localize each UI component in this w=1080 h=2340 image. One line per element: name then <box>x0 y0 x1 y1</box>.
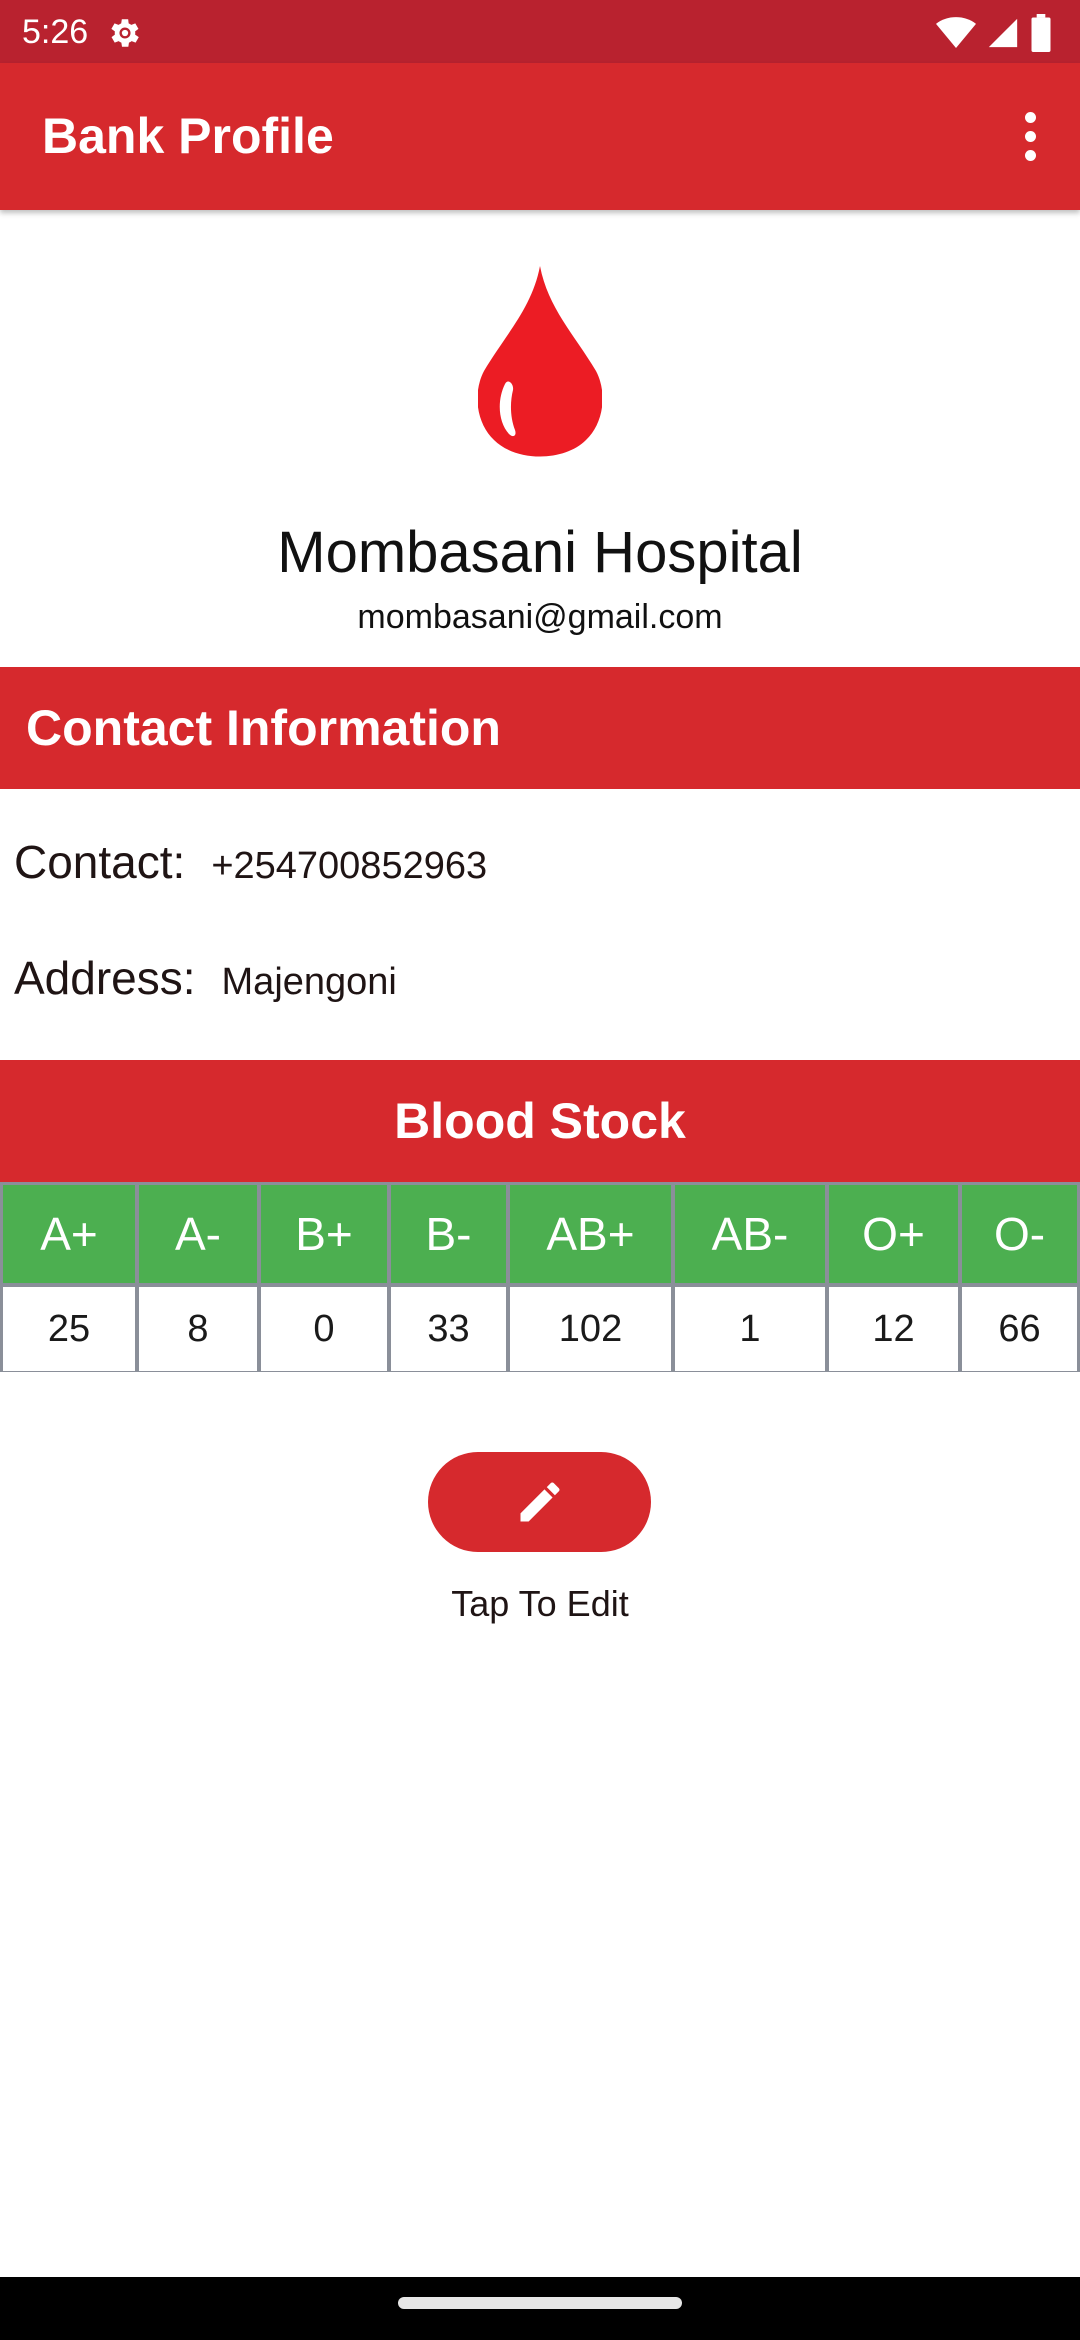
blood-type-label: O- <box>962 1185 1077 1287</box>
hospital-name: Mombasani Hospital <box>277 520 803 585</box>
hospital-email: mombasani@gmail.com <box>357 598 723 636</box>
blood-stock-count: 33 <box>391 1287 506 1371</box>
stock-column-o-pos: O+ 12 <box>825 1185 958 1371</box>
contact-information-header: Contact Information <box>0 667 1080 789</box>
stock-column-ab-pos: AB+ 102 <box>506 1185 671 1371</box>
address-value: Majengoni <box>221 961 397 1003</box>
stock-column-b-neg: B- 33 <box>387 1185 506 1371</box>
app-title: Bank Profile <box>42 108 334 164</box>
settings-icon <box>111 19 139 47</box>
blood-stock-count: 25 <box>3 1287 135 1371</box>
blood-stock-count: 8 <box>139 1287 257 1371</box>
blood-stock-count: 0 <box>261 1287 387 1371</box>
more-vert-icon[interactable] <box>1000 100 1060 172</box>
signal-icon <box>988 18 1018 48</box>
blood-type-label: AB- <box>675 1185 825 1287</box>
bank-profile-screen: 5:26 Bank Profile Mombasani Hospital mom… <box>0 0 1080 2340</box>
stock-column-b-pos: B+ 0 <box>257 1185 387 1371</box>
blood-stock-count: 102 <box>510 1287 671 1371</box>
status-time: 5:26 <box>22 13 89 51</box>
battery-icon <box>1031 14 1051 52</box>
tap-to-edit-label: Tap To Edit <box>451 1583 629 1624</box>
address-label: Address: <box>14 952 196 1004</box>
blood-stock-count: 1 <box>675 1287 825 1371</box>
blood-type-label: O+ <box>829 1185 958 1287</box>
blood-type-label: A+ <box>3 1185 135 1287</box>
contact-value: +254700852963 <box>211 845 488 887</box>
blood-type-label: A- <box>139 1185 257 1287</box>
address-row: Address: Majengoni <box>14 950 397 1010</box>
blood-type-label: B+ <box>261 1185 387 1287</box>
stock-column-ab-neg: AB- 1 <box>671 1185 825 1371</box>
blood-stock-count: 12 <box>829 1287 958 1371</box>
blood-type-label: B- <box>391 1185 506 1287</box>
contact-label: Contact: <box>14 836 186 888</box>
edit-button[interactable] <box>428 1452 651 1552</box>
blood-drop-icon <box>478 266 602 457</box>
pencil-icon <box>520 1482 560 1522</box>
home-handle[interactable] <box>398 2297 682 2309</box>
stock-column-o-neg: O- 66 <box>958 1185 1077 1371</box>
wifi-icon <box>936 17 976 48</box>
status-icons <box>936 14 1052 52</box>
stock-column-a-neg: A- 8 <box>135 1185 257 1371</box>
status-bar: 5:26 <box>0 0 1080 63</box>
app-bar: Bank Profile <box>0 63 1080 210</box>
blood-stock-header: Blood Stock <box>0 1060 1080 1182</box>
blood-stock-table: A+ 25 A- 8 B+ 0 B- 33 AB+ 102 AB- 1 O+ 1… <box>0 1182 1080 1372</box>
blood-type-label: AB+ <box>510 1185 671 1287</box>
blood-stock-count: 66 <box>962 1287 1077 1371</box>
contact-row: Contact: +254700852963 <box>14 834 487 894</box>
stock-column-a-pos: A+ 25 <box>3 1185 135 1371</box>
